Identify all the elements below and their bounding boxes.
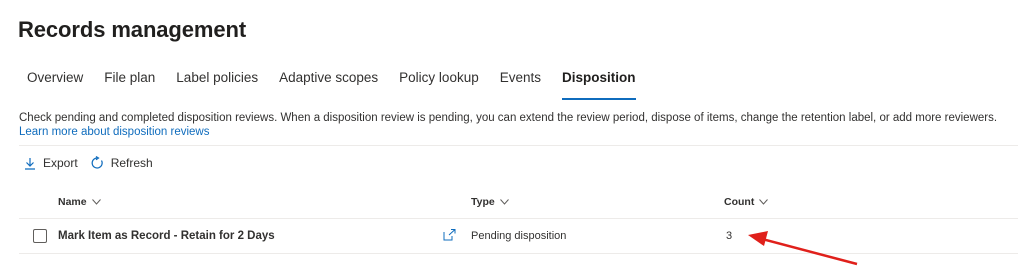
refresh-label: Refresh bbox=[110, 156, 153, 170]
export-button[interactable]: Export bbox=[24, 156, 78, 170]
tab-bar: Overview File plan Label policies Adapti… bbox=[27, 70, 657, 100]
divider bbox=[19, 253, 1018, 254]
tab-disposition[interactable]: Disposition bbox=[562, 70, 636, 100]
refresh-button[interactable]: Refresh bbox=[90, 156, 153, 170]
row-name[interactable]: Mark Item as Record - Retain for 2 Days bbox=[58, 230, 275, 242]
column-header-label: Type bbox=[471, 196, 495, 208]
toolbar: Export Refresh bbox=[24, 156, 165, 170]
page-description: Check pending and completed disposition … bbox=[19, 111, 1009, 139]
tab-overview[interactable]: Overview bbox=[27, 70, 83, 100]
column-header-label: Name bbox=[58, 196, 87, 208]
row-count: 3 bbox=[726, 230, 733, 242]
chevron-down-icon bbox=[499, 199, 509, 205]
tab-adaptive-scopes[interactable]: Adaptive scopes bbox=[279, 70, 378, 100]
download-icon bbox=[25, 157, 35, 170]
row-type: Pending disposition bbox=[471, 230, 567, 242]
chevron-down-icon bbox=[91, 199, 101, 205]
row-checkbox[interactable] bbox=[33, 229, 47, 243]
page-title: Records management bbox=[18, 17, 247, 42]
description-text: Check pending and completed disposition … bbox=[19, 112, 998, 124]
divider bbox=[19, 145, 1018, 146]
divider bbox=[19, 218, 1018, 219]
chevron-down-icon bbox=[759, 199, 769, 205]
tab-label-policies[interactable]: Label policies bbox=[176, 70, 258, 100]
learn-more-link[interactable]: Learn more about disposition reviews bbox=[19, 125, 1009, 139]
column-header-count[interactable]: Count bbox=[724, 196, 769, 208]
column-header-label: Count bbox=[724, 196, 755, 208]
export-label: Export bbox=[43, 156, 78, 170]
tab-file-plan[interactable]: File plan bbox=[104, 70, 155, 100]
refresh-icon bbox=[91, 156, 103, 169]
open-in-new-icon[interactable] bbox=[443, 229, 456, 241]
tab-policy-lookup[interactable]: Policy lookup bbox=[399, 70, 479, 100]
column-header-type[interactable]: Type bbox=[471, 196, 509, 208]
column-header-name[interactable]: Name bbox=[58, 196, 101, 208]
tab-events[interactable]: Events bbox=[500, 70, 541, 100]
